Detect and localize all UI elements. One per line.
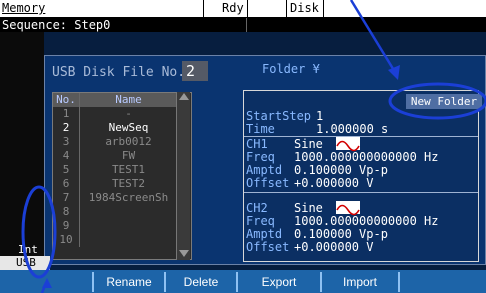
annotation-arrow-top [349, 0, 400, 80]
annotation-arrow-bottom [40, 278, 52, 293]
annotation-ellipse-usb [21, 185, 57, 279]
annotation-overlay [21, 0, 486, 293]
annotation-ellipse-new-folder [388, 82, 486, 120]
